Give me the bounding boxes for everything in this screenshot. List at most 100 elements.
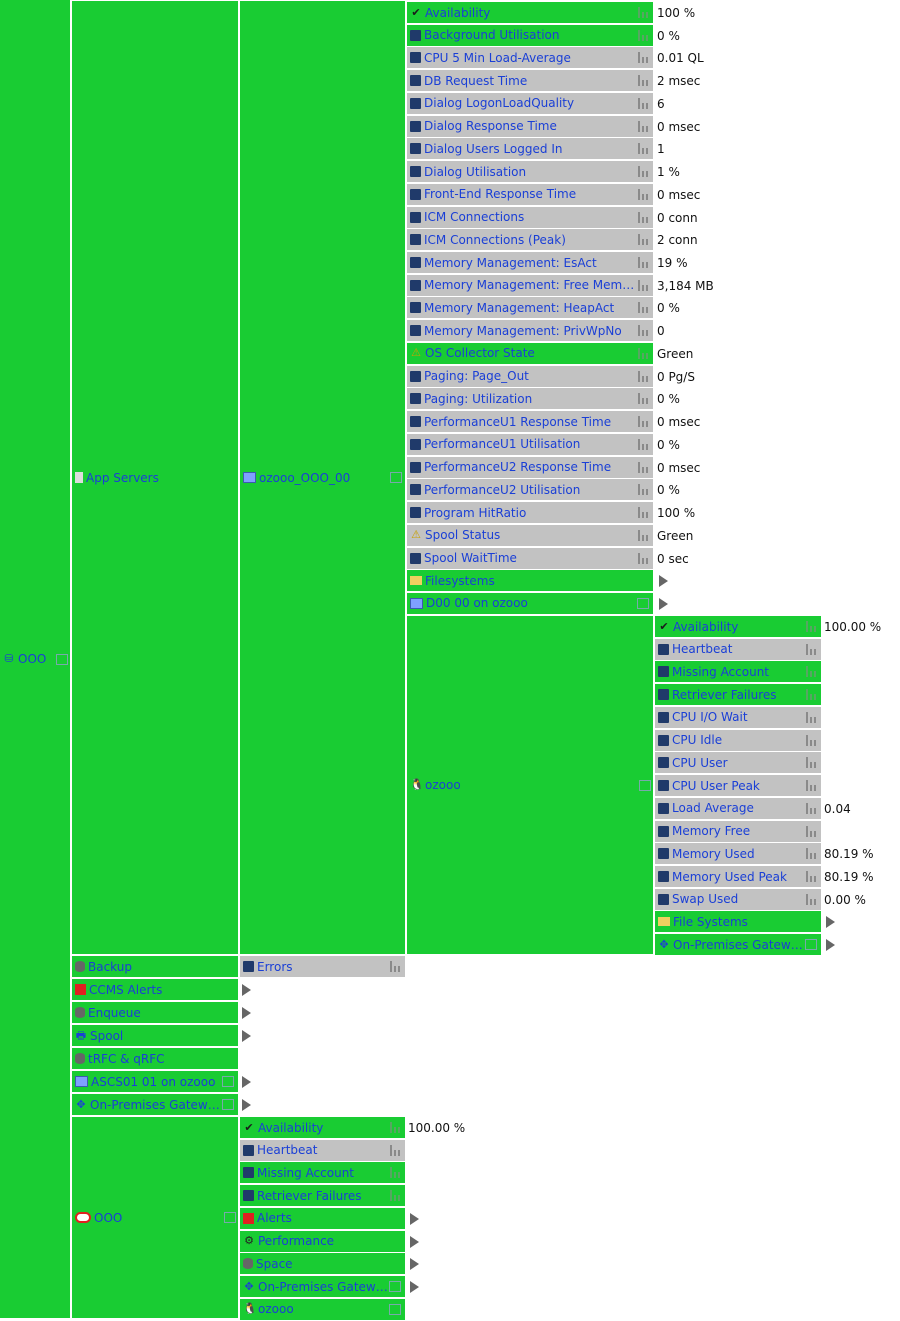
graph-icon[interactable] bbox=[805, 757, 817, 769]
graph-icon[interactable] bbox=[805, 802, 817, 814]
tree-node-ccms-alerts[interactable]: CCMS Alerts bbox=[72, 979, 238, 1001]
details-icon[interactable] bbox=[805, 939, 817, 951]
metric-row[interactable]: Dialog Response Time bbox=[407, 115, 653, 138]
metric-row[interactable]: CPU I/O Wait bbox=[655, 706, 821, 729]
metric-row[interactable]: Paging: Utilization bbox=[407, 388, 653, 411]
metric-row[interactable]: Heartbeat bbox=[240, 1139, 405, 1162]
graph-icon[interactable] bbox=[637, 120, 649, 132]
graph-icon[interactable] bbox=[637, 188, 649, 200]
metric-row[interactable]: Heartbeat bbox=[655, 638, 821, 661]
graph-icon[interactable] bbox=[637, 552, 649, 564]
graph-icon[interactable] bbox=[805, 666, 817, 678]
details-icon[interactable] bbox=[222, 1099, 234, 1110]
graph-icon[interactable] bbox=[637, 507, 649, 519]
graph-icon[interactable] bbox=[637, 370, 649, 382]
metric-row[interactable]: CPU User bbox=[655, 752, 821, 775]
metric-row[interactable]: Dialog LogonLoadQuality bbox=[407, 92, 653, 115]
graph-icon[interactable] bbox=[637, 52, 649, 64]
metric-row[interactable]: ICM Connections bbox=[407, 206, 653, 229]
expand-arrow-icon[interactable] bbox=[242, 1076, 251, 1088]
tree-node-enqueue[interactable]: Enqueue bbox=[72, 1002, 238, 1024]
graph-icon[interactable] bbox=[637, 97, 649, 109]
tree-node-on-premises-gateway[interactable]: ✥ On-Premises Gateway bbox=[72, 1094, 238, 1116]
graph-icon[interactable] bbox=[637, 325, 649, 337]
details-icon[interactable] bbox=[389, 1303, 401, 1315]
graph-icon[interactable] bbox=[637, 7, 649, 18]
metric-row[interactable]: Background Utilisation bbox=[407, 24, 653, 47]
expand-arrow-icon[interactable] bbox=[410, 1235, 419, 1248]
expand-arrow-icon[interactable] bbox=[242, 1030, 251, 1042]
tree-node-trfc[interactable]: tRFC & qRFC bbox=[72, 1048, 238, 1070]
metric-row[interactable]: ⚠ OS Collector State bbox=[407, 342, 653, 365]
tree-node-app-servers[interactable]: App Servers bbox=[72, 1, 238, 954]
metric-row[interactable]: Program HitRatio bbox=[407, 502, 653, 525]
metric-row[interactable]: Memory Management: Free Memory bbox=[407, 274, 653, 297]
details-icon[interactable] bbox=[224, 1212, 236, 1223]
metric-row[interactable]: Front-End Response Time bbox=[407, 183, 653, 206]
metric-row[interactable]: Space bbox=[240, 1253, 405, 1276]
metric-row[interactable]: Retriever Failures bbox=[240, 1185, 405, 1208]
graph-icon[interactable] bbox=[637, 166, 649, 178]
details-icon[interactable] bbox=[56, 653, 68, 665]
metric-row[interactable]: Alerts bbox=[240, 1207, 405, 1230]
metric-row[interactable]: ✔ Availability bbox=[407, 2, 653, 24]
metric-row[interactable]: D00 00 on ozooo bbox=[407, 592, 653, 615]
graph-icon[interactable] bbox=[637, 143, 649, 155]
graph-icon[interactable] bbox=[637, 438, 649, 450]
graph-icon[interactable] bbox=[637, 75, 649, 87]
graph-icon[interactable] bbox=[805, 848, 817, 860]
metric-row[interactable]: Load Average bbox=[655, 797, 821, 820]
graph-icon[interactable] bbox=[389, 1190, 401, 1202]
graph-icon[interactable] bbox=[637, 279, 649, 291]
graph-icon[interactable] bbox=[637, 211, 649, 223]
graph-icon[interactable] bbox=[637, 347, 649, 359]
metric-row[interactable]: Missing Account bbox=[655, 661, 821, 684]
details-icon[interactable] bbox=[637, 597, 649, 609]
metric-row[interactable]: ⚙ Performance bbox=[240, 1230, 405, 1253]
metric-row[interactable]: Memory Free bbox=[655, 820, 821, 843]
expand-arrow-icon[interactable] bbox=[410, 1212, 419, 1225]
tree-node-errors[interactable]: Errors bbox=[240, 956, 405, 978]
graph-icon[interactable] bbox=[637, 529, 649, 541]
metric-row[interactable]: Dialog Users Logged In bbox=[407, 138, 653, 161]
expand-arrow-icon[interactable] bbox=[826, 916, 835, 929]
metric-row[interactable]: File Systems bbox=[655, 911, 821, 934]
graph-icon[interactable] bbox=[637, 484, 649, 496]
metric-row[interactable]: Memory Used bbox=[655, 843, 821, 866]
metric-row[interactable]: PerformanceU1 Response Time bbox=[407, 411, 653, 434]
metric-row[interactable]: Dialog Utilisation bbox=[407, 161, 653, 184]
graph-icon[interactable] bbox=[637, 461, 649, 473]
tree-node-ascs01[interactable]: ASCS01 01 on ozooo bbox=[72, 1071, 238, 1093]
metric-row[interactable]: Missing Account bbox=[240, 1162, 405, 1185]
graph-icon[interactable] bbox=[637, 234, 649, 246]
graph-icon[interactable] bbox=[805, 689, 817, 701]
graph-icon[interactable] bbox=[805, 780, 817, 792]
details-icon[interactable] bbox=[222, 1076, 234, 1087]
metric-row[interactable]: Spool WaitTime bbox=[407, 547, 653, 570]
metric-row[interactable]: PerformanceU1 Utilisation bbox=[407, 433, 653, 456]
metric-row[interactable]: ✥ On-Premises Gateway bbox=[655, 934, 821, 957]
details-icon[interactable] bbox=[390, 472, 402, 483]
graph-icon[interactable] bbox=[805, 643, 817, 655]
graph-icon[interactable] bbox=[805, 711, 817, 723]
metric-row[interactable]: ⚠ Spool Status bbox=[407, 524, 653, 547]
expand-arrow-icon[interactable] bbox=[242, 1099, 251, 1111]
metric-row[interactable]: Memory Management: HeapAct bbox=[407, 297, 653, 320]
graph-icon[interactable] bbox=[389, 1122, 401, 1133]
expand-arrow-icon[interactable] bbox=[826, 939, 835, 952]
graph-icon[interactable] bbox=[637, 29, 649, 41]
tree-node-oracle[interactable]: OOO bbox=[72, 1117, 238, 1318]
expand-arrow-icon[interactable] bbox=[659, 597, 668, 610]
metric-row[interactable]: Paging: Page_Out bbox=[407, 365, 653, 388]
metric-row[interactable]: Retriever Failures bbox=[655, 684, 821, 707]
metric-row[interactable]: ✔ Availability bbox=[240, 1117, 405, 1139]
expand-arrow-icon[interactable] bbox=[242, 984, 251, 996]
details-icon[interactable] bbox=[389, 1281, 401, 1293]
metric-row[interactable]: ✔ Availability bbox=[655, 616, 821, 638]
metric-row[interactable]: Memory Used Peak bbox=[655, 866, 821, 889]
expand-arrow-icon[interactable] bbox=[242, 1007, 251, 1019]
graph-icon[interactable] bbox=[637, 416, 649, 428]
expand-arrow-icon[interactable] bbox=[410, 1281, 419, 1294]
metric-row[interactable]: Swap Used bbox=[655, 888, 821, 911]
expand-arrow-icon[interactable] bbox=[659, 575, 668, 588]
